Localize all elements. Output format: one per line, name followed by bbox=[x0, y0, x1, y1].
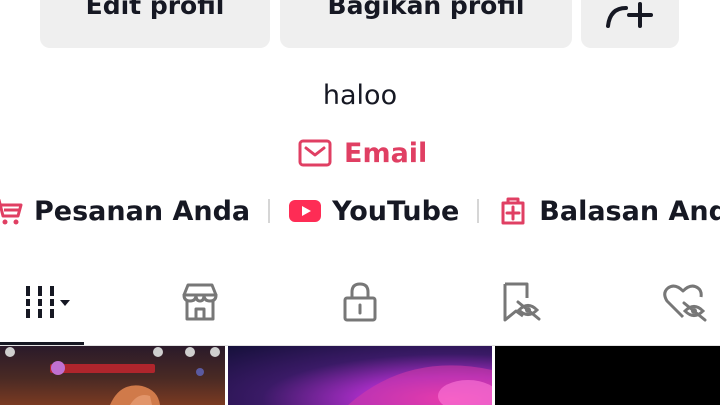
edit-profile-button[interactable]: Edit profil bbox=[40, 0, 270, 48]
youtube-icon bbox=[289, 200, 322, 222]
share-profile-label: Bagikan profil bbox=[327, 0, 525, 20]
orders-label: Pesanan Anda bbox=[34, 195, 251, 227]
grid-icon bbox=[24, 286, 70, 318]
video-thumbnail[interactable] bbox=[228, 346, 492, 405]
neon-scene-image bbox=[348, 365, 492, 405]
game-scene-image bbox=[5, 347, 220, 405]
tab-private[interactable] bbox=[325, 270, 395, 334]
lock-icon bbox=[343, 282, 377, 322]
reply-box-icon bbox=[501, 197, 525, 225]
replies-link[interactable]: Balasan Anda bbox=[497, 195, 720, 227]
email-icon bbox=[298, 139, 332, 167]
video-thumbnail[interactable] bbox=[0, 346, 225, 405]
edit-profile-label: Edit profil bbox=[85, 0, 225, 20]
youtube-label: YouTube bbox=[332, 195, 460, 227]
orders-link[interactable]: Pesanan Anda bbox=[0, 196, 250, 227]
shop-icon bbox=[182, 283, 218, 321]
link-divider bbox=[477, 199, 480, 223]
profile-links-row: Pesanan Anda YouTube Balasan Anda bbox=[0, 192, 720, 230]
replies-label: Balasan Anda bbox=[539, 195, 720, 227]
video-thumbnail[interactable] bbox=[495, 346, 720, 405]
profile-bio: haloo bbox=[322, 80, 398, 111]
email-label: Email bbox=[344, 137, 428, 169]
add-friend-icon bbox=[606, 2, 653, 28]
video-grid bbox=[0, 346, 720, 405]
selected-tab-indicator bbox=[0, 342, 84, 345]
add-friend-button[interactable] bbox=[581, 0, 679, 48]
tab-liked-hidden[interactable] bbox=[650, 270, 720, 334]
cart-icon bbox=[0, 198, 23, 225]
share-profile-button[interactable]: Bagikan profil bbox=[280, 0, 572, 48]
liked-hidden-icon bbox=[663, 284, 707, 322]
tab-shop[interactable] bbox=[165, 270, 235, 334]
bookmark-hidden-icon bbox=[503, 282, 541, 322]
profile-tabs bbox=[0, 270, 720, 346]
email-link[interactable]: Email bbox=[298, 136, 427, 170]
tab-saved-hidden[interactable] bbox=[485, 270, 555, 334]
tab-videos[interactable] bbox=[0, 270, 84, 334]
link-divider bbox=[268, 199, 271, 223]
youtube-link[interactable]: YouTube bbox=[288, 196, 459, 227]
